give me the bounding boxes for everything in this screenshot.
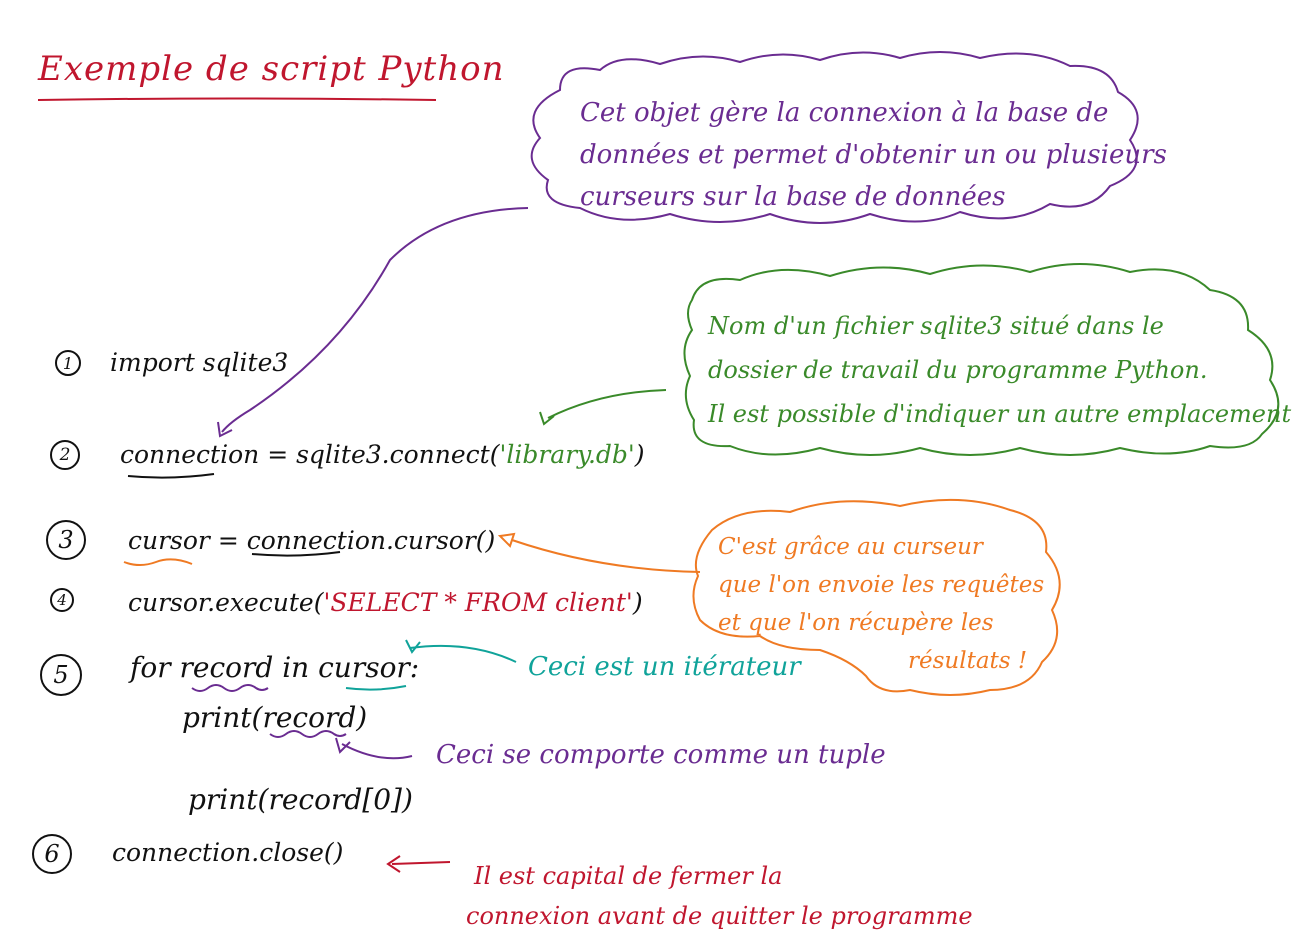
underline-record-wavy bbox=[191, 684, 269, 692]
code-execute-call: cursor.execute( bbox=[128, 588, 324, 617]
code-line-2: connection = sqlite3.connect('library.db… bbox=[120, 442, 645, 467]
note-iterator: Ceci est un itérateur bbox=[528, 652, 801, 682]
note-cursor-line-3: et que l'on récupère les bbox=[718, 610, 994, 636]
code-line-5b: print(record) bbox=[182, 701, 368, 734]
code-line-3: cursor = connection.cursor() bbox=[128, 526, 496, 555]
code-sql-string: 'SELECT * FROM client' bbox=[323, 588, 633, 617]
step-number-2: 2 bbox=[50, 440, 80, 470]
note-cursor-line-2: que l'on envoie les requêtes bbox=[718, 572, 1045, 598]
note-filename-line-3: Il est possible d'indiquer un autre empl… bbox=[708, 400, 1292, 428]
underline-connection bbox=[127, 473, 215, 479]
code-filename-string: 'library.db' bbox=[499, 440, 635, 469]
arrow-close bbox=[391, 861, 451, 865]
step-number-4: 4 bbox=[50, 588, 74, 612]
note-tuple: Ceci se comporte comme un tuple bbox=[436, 740, 886, 770]
code-line-4: cursor.execute('SELECT * FROM client') bbox=[128, 590, 643, 615]
code-line-5c: print(record[0]) bbox=[188, 783, 413, 816]
arrow-connection bbox=[221, 207, 529, 433]
underline-cursor-var bbox=[123, 558, 193, 566]
step-number-3: 3 bbox=[46, 520, 86, 560]
code-line-5: for record in cursor: bbox=[130, 651, 420, 684]
step-number-6: 6 bbox=[32, 834, 72, 874]
page-title: Exemple de script Python bbox=[38, 49, 505, 89]
note-cursor-line-1: C'est grâce au curseur bbox=[718, 534, 983, 560]
arrow-iterator bbox=[409, 644, 517, 663]
arrow-cursor-head bbox=[497, 532, 516, 548]
code-close-paren: ) bbox=[634, 440, 645, 469]
note-filename-line-2: dossier de travail du programme Python. bbox=[708, 356, 1208, 384]
arrow-filename-head bbox=[539, 411, 555, 426]
code-line-1: import sqlite3 bbox=[110, 348, 289, 377]
title-underline bbox=[37, 97, 437, 101]
note-connection-line-1: Cet objet gère la connexion à la base de bbox=[580, 98, 1109, 128]
arrow-filename bbox=[547, 389, 667, 419]
note-connection-line-3: curseurs sur la base de données bbox=[580, 182, 1006, 212]
arrow-tuple bbox=[341, 743, 413, 760]
code-connect-call: connection = sqlite3.connect( bbox=[120, 440, 500, 469]
step-number-5: 5 bbox=[40, 654, 82, 696]
note-filename-line-1: Nom d'un fichier sqlite3 situé dans le bbox=[708, 312, 1164, 340]
note-filename: Nom d'un fichier sqlite3 situé dans le d… bbox=[708, 304, 1291, 436]
note-close-line-2: connexion avant de quitter le programme bbox=[466, 902, 973, 930]
arrow-cursor bbox=[511, 539, 701, 573]
note-close-line-1: Il est capital de fermer la bbox=[474, 862, 783, 890]
note-connection: Cet objet gère la connexion à la base de… bbox=[580, 92, 1167, 218]
note-close: Il est capital de fermer la connexion av… bbox=[466, 856, 973, 936]
underline-cursor-iter bbox=[345, 685, 407, 691]
step-number-1: 1 bbox=[55, 350, 81, 376]
code-line-6: connection.close() bbox=[112, 838, 344, 867]
code-close-paren-4: ) bbox=[632, 588, 643, 617]
note-connection-line-2: données et permet d'obtenir un ou plusie… bbox=[580, 140, 1167, 170]
